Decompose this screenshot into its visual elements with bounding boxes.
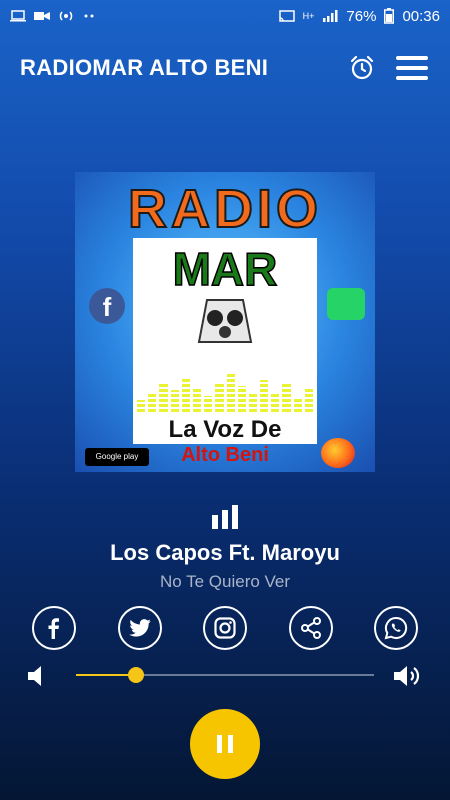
- twitter-icon: [128, 619, 151, 637]
- share-icon: [300, 617, 321, 639]
- cast-icon: [278, 10, 295, 22]
- volume-slider-thumb[interactable]: [127, 667, 144, 683]
- broadcast-icon: [59, 11, 73, 21]
- twitter-button[interactable]: [117, 606, 162, 650]
- battery-icon: [384, 8, 395, 24]
- track-title: Los Capos Ft. Maroyu: [110, 540, 340, 565]
- equalizer-bars-icon: [212, 505, 238, 529]
- laptop-icon: [10, 10, 26, 22]
- cover-equalizer: [137, 372, 313, 412]
- cover-whatsapp-logo-icon: [327, 288, 365, 320]
- signal-icon: [323, 10, 338, 22]
- volume-slider-fill: [76, 674, 136, 676]
- instagram-icon: [214, 617, 236, 639]
- volume-slider[interactable]: [76, 667, 374, 683]
- volume-high-icon[interactable]: [394, 664, 424, 688]
- hamburger-menu-icon: [396, 56, 428, 80]
- video-icon: [34, 12, 50, 20]
- volume-low-icon[interactable]: [28, 664, 44, 688]
- alarm-button[interactable]: [344, 50, 380, 86]
- whatsapp-button[interactable]: [374, 606, 418, 650]
- network-type: H+: [302, 11, 315, 21]
- facebook-button[interactable]: [32, 606, 76, 650]
- track-subtitle: No Te Quiero Ver: [159, 572, 291, 591]
- cover-firefox-logo-icon: [321, 438, 355, 468]
- cover-google-play-badge: Google play: [85, 448, 149, 466]
- station-cover-art: RADIO MAR La Voz De Alto Beni f Google p…: [75, 172, 375, 472]
- share-button[interactable]: [288, 606, 333, 650]
- instagram-button[interactable]: [203, 606, 247, 650]
- social-buttons: [32, 606, 418, 650]
- volume-control: [28, 662, 424, 690]
- whatsapp-icon: [384, 616, 408, 640]
- more-dots-icon: [84, 14, 94, 18]
- alarm-icon: [350, 55, 374, 80]
- battery-percent: 76%: [346, 7, 377, 25]
- status-bar: H+ 76% 00:36: [0, 0, 450, 32]
- menu-button[interactable]: [394, 50, 430, 86]
- pause-button[interactable]: [190, 709, 260, 779]
- speaker-graphic-icon: [197, 299, 253, 343]
- clock: 00:36: [402, 7, 440, 25]
- facebook-icon: [48, 618, 59, 639]
- app-bar: RADIOMAR ALTO BENI: [0, 40, 450, 96]
- cover-facebook-logo-icon: f: [89, 288, 125, 324]
- cover-radio-text: RADIO: [127, 178, 322, 240]
- pause-icon: [217, 735, 222, 753]
- app-title: RADIOMAR ALTO BENI: [20, 55, 269, 80]
